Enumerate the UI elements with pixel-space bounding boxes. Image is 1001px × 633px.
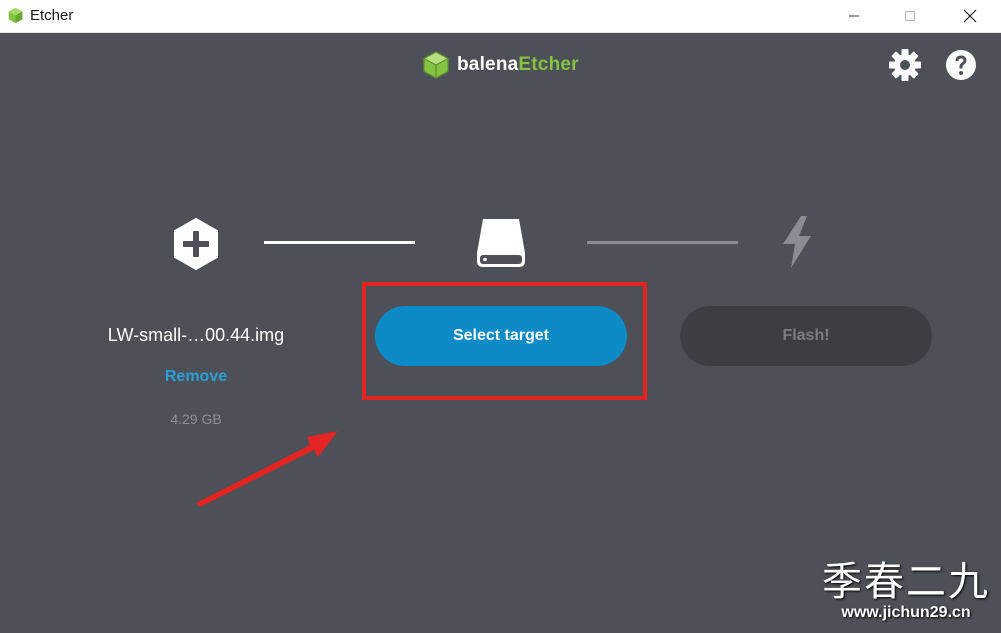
minimize-icon	[849, 15, 859, 17]
maximize-button[interactable]	[882, 0, 938, 32]
help-question-icon[interactable]	[944, 48, 978, 82]
source-filename: LW-small-…00.44.img	[107, 325, 285, 345]
etcher-window: Etcher balenaEtcher LW-small-…00.44.img …	[0, 0, 1001, 633]
close-button[interactable]	[942, 0, 998, 32]
settings-gear-icon[interactable]	[888, 48, 922, 82]
highlight-annotation-box	[362, 282, 647, 400]
balena-etcher-logo: balenaEtcher	[423, 50, 579, 80]
watermark: 季春二九 www.jichun29.cn	[816, 560, 996, 622]
watermark-chars: 季春二九	[822, 560, 990, 604]
step-connector-2	[587, 241, 738, 244]
logo-text-etcher: Etcher	[518, 54, 579, 75]
close-icon	[963, 9, 977, 23]
maximize-icon	[905, 11, 915, 21]
flash-button[interactable]: Flash!	[680, 306, 932, 366]
window-title: Etcher	[30, 7, 74, 24]
remove-source-link[interactable]: Remove	[136, 368, 256, 386]
etcher-app-icon	[8, 7, 23, 24]
drive-icon	[477, 219, 525, 267]
title-bar: Etcher	[0, 0, 1001, 33]
cube-logo-icon	[423, 51, 449, 79]
plus-hexagon-icon[interactable]	[171, 217, 221, 271]
red-arrow-annotation	[196, 431, 338, 507]
lightning-bolt-icon	[783, 216, 811, 268]
logo-text-balena: balena	[457, 54, 519, 75]
step-connector-1	[264, 241, 415, 244]
minimize-button[interactable]	[826, 0, 882, 32]
watermark-url: www.jichun29.cn	[841, 604, 971, 621]
